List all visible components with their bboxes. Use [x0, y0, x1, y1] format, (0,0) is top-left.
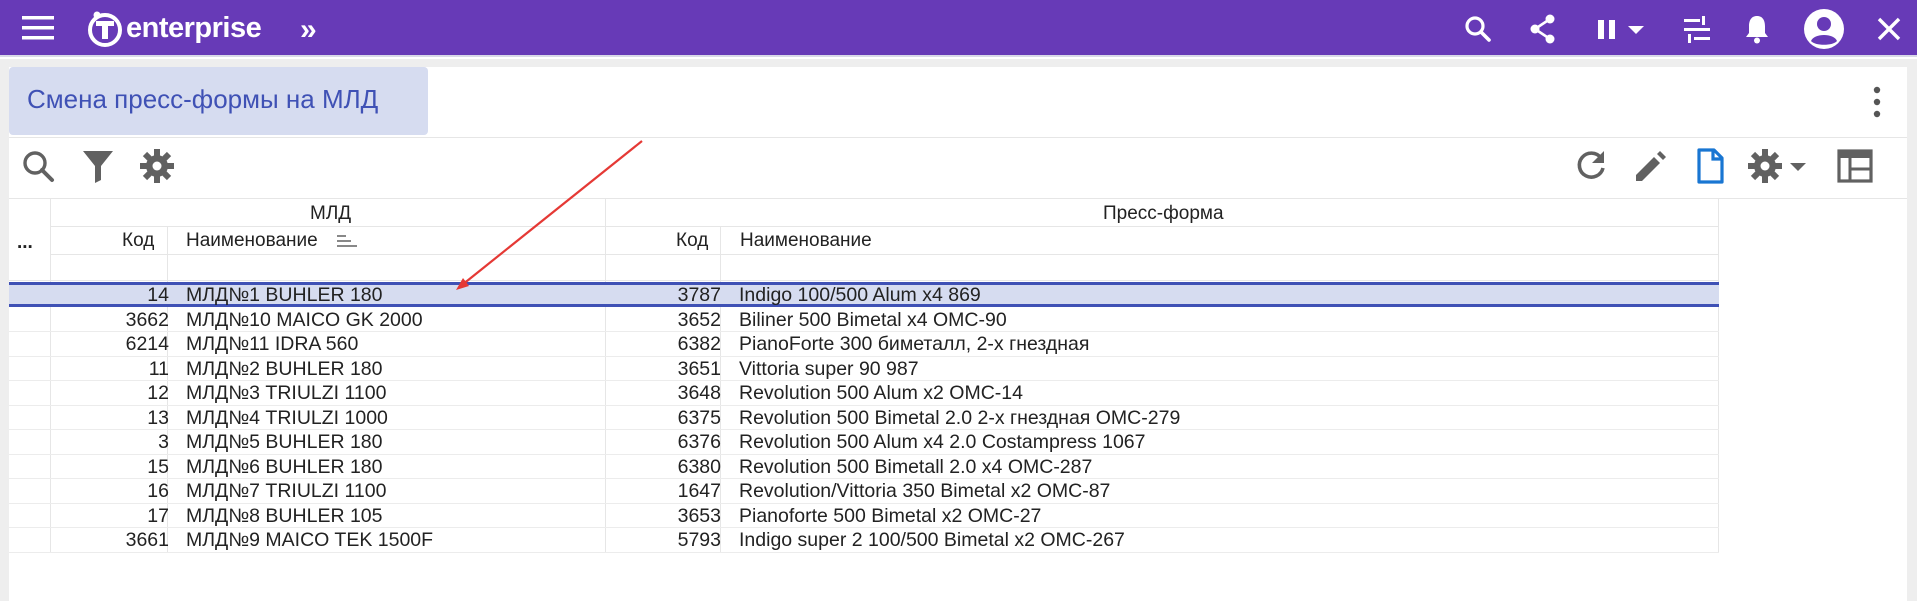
column-header-name[interactable]: Наименование	[186, 230, 318, 252]
cell-mld-code: 6214	[125, 333, 169, 355]
column-header-code[interactable]: Код	[122, 230, 154, 252]
table-row[interactable]: 12 МЛД№3 TRIULZI 1100 3648 Revolution 500 A…	[9, 381, 1719, 406]
cell-mld-code: 14	[147, 284, 169, 306]
cell-mld-code: 11	[148, 357, 169, 380]
table-row[interactable]: 15 МЛД№6 BUHLER 180 6380 Revolution 500 Bim…	[9, 455, 1719, 479]
nav-expand-chevron[interactable]: »	[300, 13, 317, 47]
logo-mark-icon	[88, 11, 122, 47]
cell-pressform-code: 3787	[677, 284, 721, 306]
table-row[interactable]: 3662 МЛД№10 MAICO GK 2000 3652 Biliner 500 …	[9, 308, 1719, 332]
close-icon[interactable]	[1872, 12, 1906, 46]
cell-mld-name: МЛД№8 BUHLER 105	[186, 504, 383, 527]
gear-icon[interactable]	[1745, 146, 1785, 186]
pause-icon[interactable]	[1590, 12, 1624, 46]
cell-mld-name: МЛД№5 BUHLER 180	[186, 431, 383, 453]
table-row[interactable]: 3 МЛД№5 BUHLER 180 6376 Revolution 500 Alum…	[9, 430, 1719, 455]
cell-pressform-code: 3653	[677, 504, 721, 527]
document-icon[interactable]	[1690, 146, 1730, 186]
table-row[interactable]: 14 МЛД№1 BUHLER 180 3787 Indigo 100/500 Alu…	[9, 283, 1719, 308]
table-row[interactable]: 6214 МЛД№11 IDRA 560 6382 PianoForte 300 би…	[9, 332, 1719, 357]
gear-icon[interactable]	[137, 146, 177, 186]
cell-mld-code: 3	[158, 431, 169, 453]
cell-pressform-name: Biliner 500 Bimetal x4 OMC-90	[739, 308, 1007, 331]
cell-mld-name: МЛД№4 TRIULZI 1000	[186, 406, 388, 429]
cell-mld-name: МЛД№3 TRIULZI 1100	[186, 382, 387, 404]
cell-pressform-name: Indigo 100/500 Alum x4 869	[739, 284, 981, 306]
grid-line	[50, 254, 1718, 255]
cell-pressform-code: 6380	[677, 455, 721, 478]
cell-pressform-name: Revolution 500 Alum x2 OMC-14	[739, 382, 1023, 404]
table-row[interactable]: 13 МЛД№4 TRIULZI 1000 6375 Revolution 500 B…	[9, 406, 1719, 430]
cell-mld-name: МЛД№2 BUHLER 180	[186, 357, 383, 380]
cell-mld-name: МЛД№1 BUHLER 180	[186, 284, 383, 306]
grid-layout-icon[interactable]	[1835, 146, 1875, 186]
cell-pressform-name: Revolution 500 Bimetall 2.0 x4 OMC-287	[739, 455, 1093, 478]
cell-pressform-code: 6375	[677, 406, 721, 429]
filter-icon[interactable]	[78, 146, 118, 186]
top-app-bar: enterprise »	[0, 0, 1917, 57]
app-logo[interactable]: enterprise	[86, 8, 262, 48]
cell-pressform-name: Revolution 500 Bimetal 2.0 2-х гнездная …	[739, 406, 1181, 429]
logo-text: enterprise	[126, 11, 262, 44]
cell-mld-code: 12	[147, 382, 169, 404]
divider	[9, 137, 1907, 138]
cell-mld-name: МЛД№6 BUHLER 180	[186, 455, 383, 478]
column-header-code[interactable]: Код	[676, 230, 708, 252]
cell-mld-code: 17	[147, 504, 169, 527]
account-icon[interactable]	[1803, 8, 1845, 50]
cell-mld-code: 16	[147, 480, 169, 502]
cell-pressform-name: Pianoforte 500 Bimetal x2 OMC-27	[739, 504, 1042, 527]
search-icon[interactable]	[18, 146, 58, 186]
cell-pressform-name: PianoForte 300 биметалл, 2-х гнездная	[739, 333, 1090, 355]
divider	[9, 198, 1907, 199]
more-vert-icon[interactable]	[1862, 84, 1892, 120]
cell-pressform-code: 6382	[677, 333, 721, 355]
search-icon[interactable]	[1461, 12, 1495, 46]
cell-pressform-code: 5793	[677, 529, 721, 551]
cell-pressform-code: 3652	[677, 308, 721, 331]
menu-icon[interactable]	[22, 15, 54, 41]
grid-line	[50, 226, 1718, 227]
refresh-icon[interactable]	[1571, 146, 1611, 186]
edit-icon[interactable]	[1630, 146, 1670, 186]
table-row[interactable]: 11 МЛД№2 BUHLER 180 3651 Vittoria super 90 …	[9, 357, 1719, 381]
group-header-mld: МЛД	[310, 203, 352, 224]
column-header-name[interactable]: Наименование	[740, 230, 872, 252]
cell-mld-code: 3661	[125, 529, 169, 551]
cell-mld-name: МЛД№9 MAICO TEK 1500F	[186, 529, 434, 551]
cell-pressform-code: 1647	[677, 480, 721, 502]
sort-icon[interactable]	[337, 235, 359, 249]
cell-pressform-code: 3648	[677, 382, 721, 404]
cell-pressform-code: 6376	[677, 431, 721, 453]
cell-mld-name: МЛД№11 IDRA 560	[186, 333, 359, 355]
cell-pressform-code: 3651	[677, 357, 721, 380]
cell-mld-code: 15	[147, 455, 169, 478]
cell-pressform-name: Revolution/Vittoria 350 Bimetal x2 OMC-8…	[739, 480, 1111, 502]
table-row[interactable]: 16 МЛД№7 TRIULZI 1100 1647 Revolution/Vitto…	[9, 479, 1719, 504]
cell-pressform-name: Revolution 500 Alum x4 2.0 Costampress 1…	[739, 431, 1146, 453]
cell-mld-code: 3662	[125, 308, 169, 331]
cell-mld-code: 13	[147, 406, 169, 429]
cell-mld-name: МЛД№10 MAICO GK 2000	[186, 308, 423, 331]
cell-mld-name: МЛД№7 TRIULZI 1100	[186, 480, 387, 502]
bell-icon[interactable]	[1740, 12, 1774, 46]
grid-line	[9, 280, 1719, 281]
page-title: Смена пресс-формы на МЛД	[27, 84, 379, 114]
cell-pressform-name: Indigo super 2 100/500 Bimetal x2 OMC-26…	[739, 529, 1125, 551]
list-settings-icon[interactable]	[1680, 12, 1714, 46]
share-icon[interactable]	[1526, 12, 1560, 46]
cell-pressform-name: Vittoria super 90 987	[739, 357, 919, 380]
group-header-press-form: Пресс-форма	[1103, 203, 1224, 224]
chevron-down-icon[interactable]	[1625, 12, 1647, 46]
table-row[interactable]: 17 МЛД№8 BUHLER 105 3653 Pianoforte 500 Bim…	[9, 504, 1719, 528]
column-options-button[interactable]: ...	[17, 232, 33, 254]
chevron-down-icon[interactable]	[1786, 146, 1810, 186]
table-row[interactable]: 3661 МЛД№9 MAICO TEK 1500F 5793 Indigo supe…	[9, 528, 1719, 553]
